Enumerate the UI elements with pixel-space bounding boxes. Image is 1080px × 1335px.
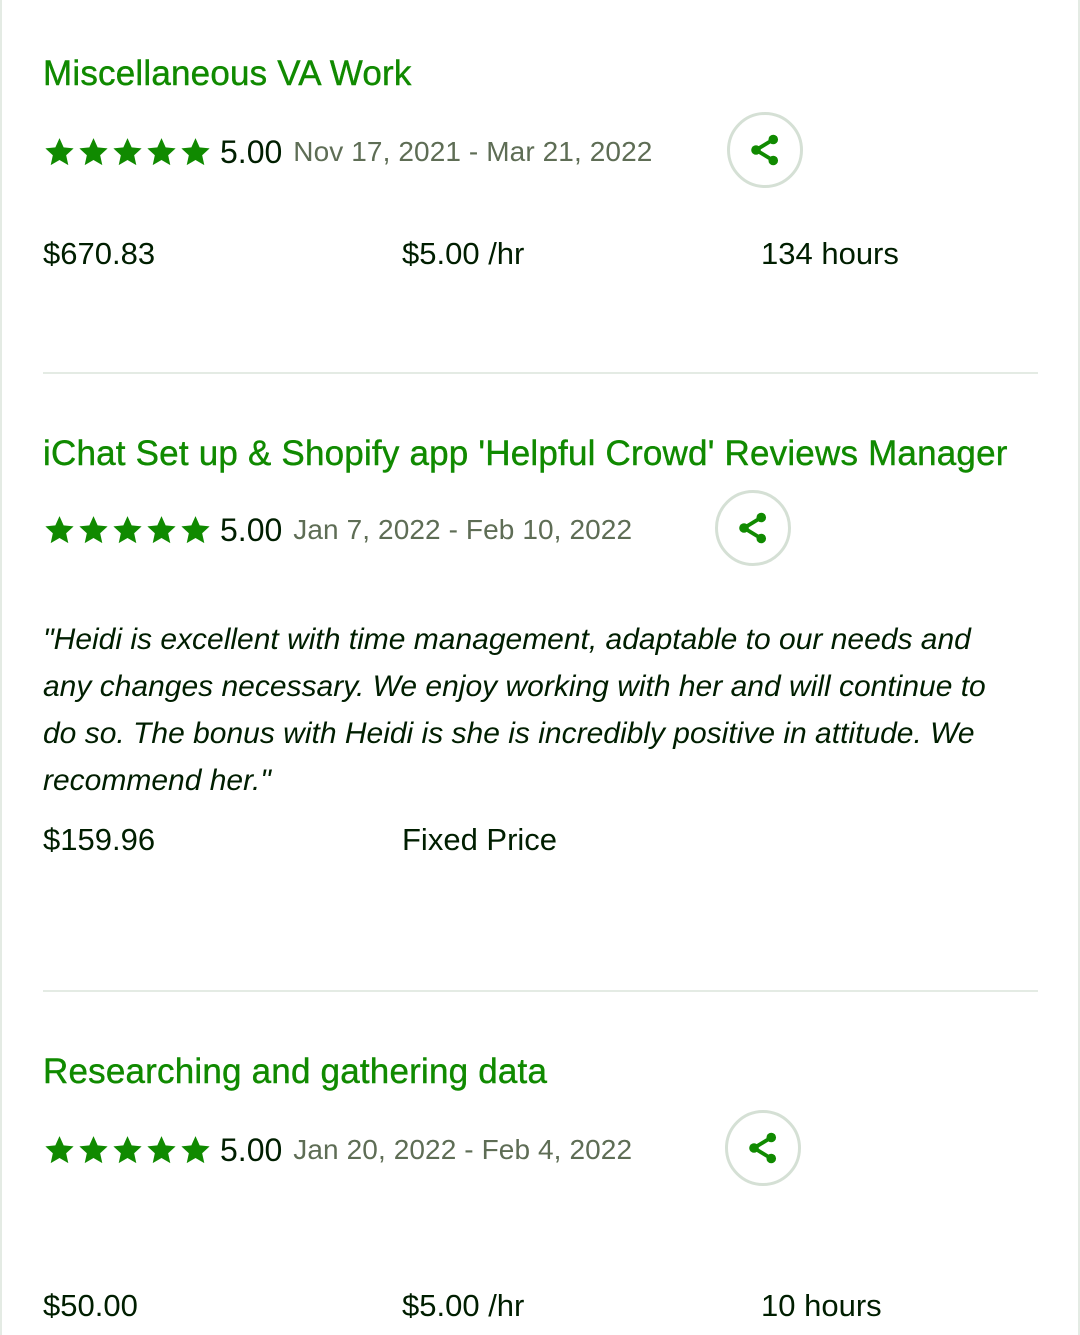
job-title[interactable]: iChat Set up & Shopify app 'Helpful Crow… [43, 428, 1038, 480]
contract-dates: Nov 17, 2021 - Mar 21, 2022 [293, 136, 653, 167]
divider [43, 990, 1038, 992]
rating-row: 5.00 Jan 7, 2022 - Feb 10, 2022 [43, 488, 1038, 572]
star-icon [43, 136, 76, 168]
hourly-rate: $5.00 /hr [402, 236, 525, 271]
star-icon [77, 136, 110, 168]
frame-border-left [0, 0, 2, 1335]
share-button[interactable] [715, 490, 791, 566]
contract-dates: Jan 7, 2022 - Feb 10, 2022 [293, 514, 633, 545]
star-icon [77, 514, 110, 546]
star-rating [43, 1134, 212, 1166]
star-rating [43, 514, 212, 546]
star-icon [77, 1134, 110, 1166]
job-stats: $50.00 $5.00 /hr 10 hours [43, 1288, 1038, 1328]
contract-type: Fixed Price [402, 822, 558, 857]
job-stats: $670.83 $5.00 /hr 134 hours [43, 236, 1038, 276]
star-icon [111, 1134, 144, 1166]
share-icon [735, 510, 771, 546]
star-icon [111, 136, 144, 168]
rating-score: 5.00 [220, 511, 283, 548]
rating-row: 5.00 Nov 17, 2021 - Mar 21, 2022 [43, 110, 1038, 194]
earned-amount: $50.00 [43, 1288, 138, 1323]
star-icon [111, 514, 144, 546]
star-icon [179, 136, 212, 168]
earned-amount: $159.96 [43, 822, 156, 857]
job-item: iChat Set up & Shopify app 'Helpful Crow… [43, 428, 1038, 862]
rating-score: 5.00 [220, 133, 283, 170]
job-title[interactable]: Researching and gathering data [43, 1046, 1038, 1098]
contract-dates: Jan 20, 2022 - Feb 4, 2022 [293, 1134, 633, 1165]
earned-amount: $670.83 [43, 236, 156, 271]
rating-row: 5.00 Jan 20, 2022 - Feb 4, 2022 [43, 1108, 1038, 1192]
job-title[interactable]: Miscellaneous VA Work [43, 48, 1038, 100]
star-rating [43, 136, 212, 168]
share-button[interactable] [727, 112, 803, 188]
job-item: Miscellaneous VA Work 5.00 Nov 17, 2021 … [43, 48, 1038, 276]
client-review: "Heidi is excellent with time management… [43, 623, 986, 797]
share-icon [745, 1130, 781, 1166]
hourly-rate: $5.00 /hr [402, 1288, 525, 1323]
rating-score: 5.00 [220, 1131, 283, 1168]
star-icon [43, 1134, 76, 1166]
hours-worked: 10 hours [761, 1288, 882, 1323]
star-icon [145, 1134, 178, 1166]
job-item: Researching and gathering data 5.00 Jan … [43, 1046, 1038, 1328]
hours-worked: 134 hours [761, 236, 899, 271]
share-button[interactable] [725, 1110, 801, 1186]
divider [43, 372, 1038, 374]
share-icon [747, 132, 783, 168]
star-icon [145, 136, 178, 168]
star-icon [43, 514, 76, 546]
star-icon [179, 1134, 212, 1166]
job-stats: $159.96 Fixed Price [43, 822, 1038, 862]
star-icon [145, 514, 178, 546]
star-icon [179, 514, 212, 546]
